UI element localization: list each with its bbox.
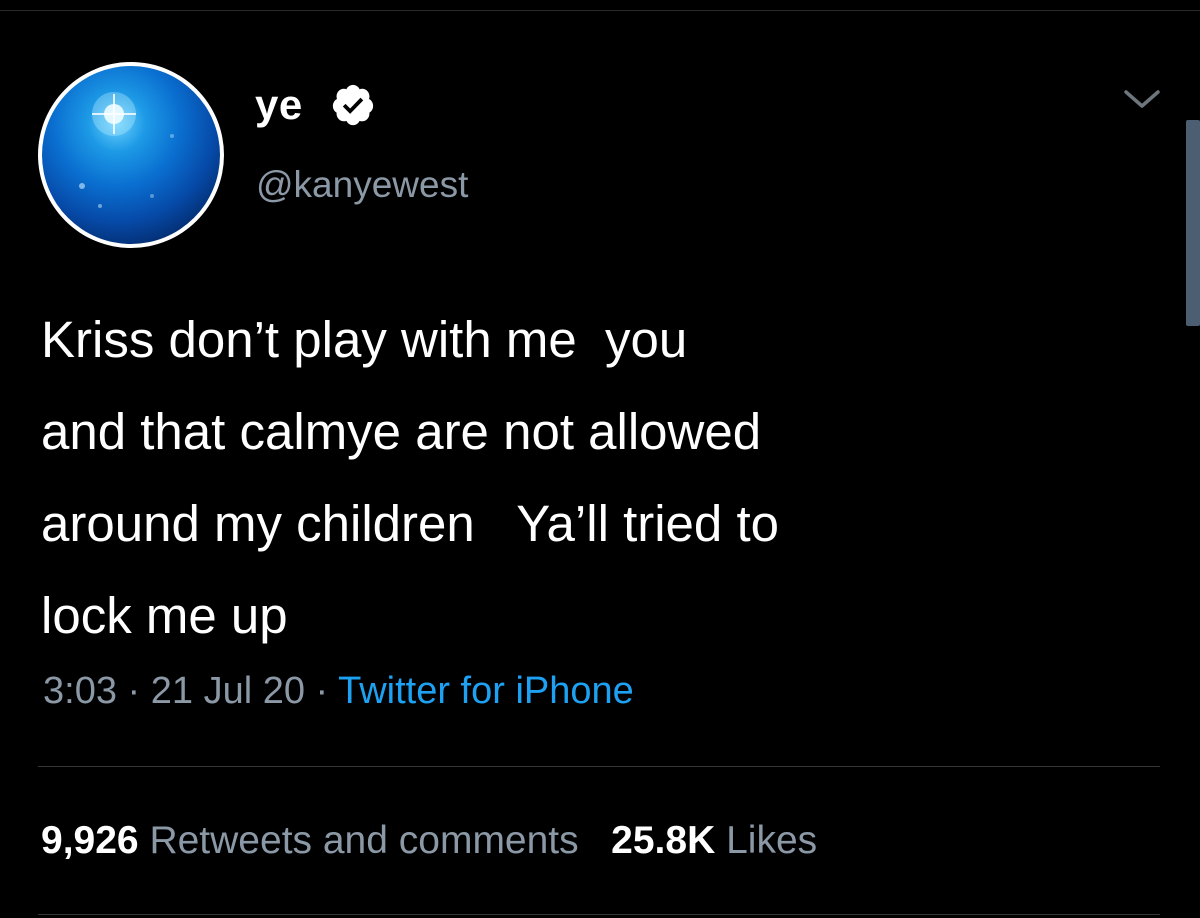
likes-count[interactable]: 25.8K bbox=[611, 819, 715, 862]
meta-separator: · bbox=[304, 670, 339, 712]
avatar-image bbox=[42, 66, 220, 244]
retweets-count[interactable]: 9,926 bbox=[41, 819, 139, 862]
display-name[interactable]: ye bbox=[255, 80, 303, 130]
tweet-time[interactable]: 3:03 bbox=[43, 670, 117, 712]
verified-badge-icon bbox=[332, 84, 374, 126]
divider bbox=[38, 914, 1160, 915]
avatar[interactable] bbox=[38, 62, 224, 248]
author-handle[interactable]: @kanyewest bbox=[256, 162, 468, 208]
divider bbox=[38, 766, 1160, 767]
tweet-text-line: around my children Ya’ll tried to bbox=[41, 495, 779, 552]
chevron-down-icon[interactable] bbox=[1120, 84, 1164, 114]
likes-label[interactable]: Likes bbox=[726, 819, 817, 862]
tweet-meta: 3:03 · 21 Jul 20 · Twitter for iPhone bbox=[43, 664, 634, 718]
top-divider bbox=[0, 10, 1200, 11]
tweet-date[interactable]: 21 Jul 20 bbox=[151, 670, 305, 712]
meta-separator: · bbox=[116, 670, 151, 712]
tweet-text-line: and that calmye are not allowed bbox=[41, 403, 762, 460]
tweet-source-link[interactable]: Twitter for iPhone bbox=[338, 670, 634, 712]
tweet-text-line: lock me up bbox=[41, 587, 288, 644]
tweet-stats: 9,926 Retweets and comments 25.8K Likes bbox=[41, 814, 817, 868]
tweet-text: Kriss don’t play with me you and that ca… bbox=[41, 294, 1141, 662]
tweet-text-line: Kriss don’t play with me you bbox=[41, 311, 688, 368]
retweets-label[interactable]: Retweets and comments bbox=[149, 819, 578, 862]
scrollbar[interactable] bbox=[1186, 120, 1200, 326]
